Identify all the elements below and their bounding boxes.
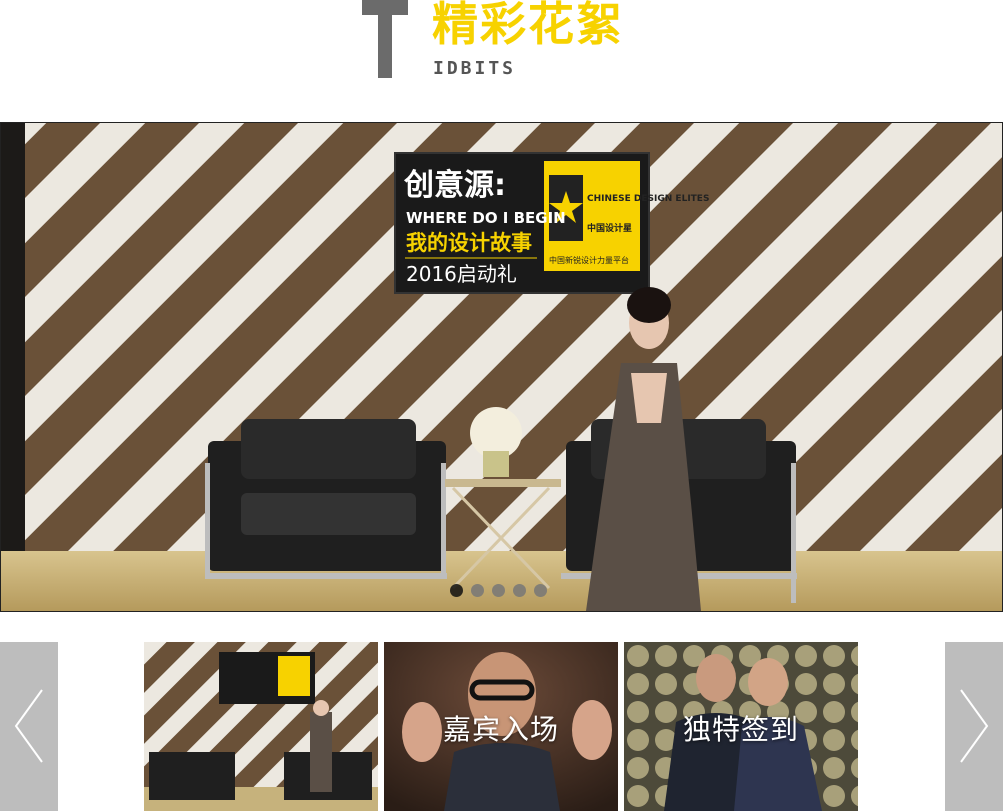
sign-event: 2016启动礼 xyxy=(406,262,517,286)
carousel-dot[interactable] xyxy=(450,584,463,597)
sign-brand-cn: 中国设计星 xyxy=(587,222,632,234)
hero-carousel[interactable]: 创意源: WHERE DO I BEGIN 我的设计故事 2016启动礼 CHI… xyxy=(0,122,1003,612)
thumbnail-guest-entrance[interactable]: 嘉宾入场 xyxy=(384,642,618,811)
carousel-dot[interactable] xyxy=(534,584,547,597)
carousel-dot[interactable] xyxy=(471,584,484,597)
thumbnail-item[interactable] xyxy=(144,642,378,811)
thumbnail-image xyxy=(144,642,378,811)
section-title: 精彩花絮 xyxy=(432,0,624,51)
section-subtitle: IDBITS xyxy=(433,58,517,79)
thumbnail-checkin[interactable]: 独特签到 xyxy=(624,642,858,811)
thumbnail-label: 独特签到 xyxy=(682,713,799,746)
sign-title: 创意源: xyxy=(403,168,506,203)
prev-button[interactable] xyxy=(0,642,58,811)
carousel-indicators xyxy=(450,584,547,597)
sign-platform: 中国新锐设计力量平台 xyxy=(549,255,629,265)
carousel-dot[interactable] xyxy=(513,584,526,597)
sign-brand-en: CHINESE DESIGN ELITES xyxy=(587,194,709,204)
sign-subtitle: WHERE DO I BEGIN xyxy=(406,209,566,227)
hero-image: 创意源: WHERE DO I BEGIN 我的设计故事 2016启动礼 CHI… xyxy=(1,123,1002,611)
sign-tagline: 我的设计故事 xyxy=(406,231,532,255)
next-button[interactable] xyxy=(945,642,1003,811)
thumbnail-label: 嘉宾入场 xyxy=(442,713,559,746)
carousel-dot[interactable] xyxy=(492,584,505,597)
header-t-logo xyxy=(362,0,408,78)
chevron-right-icon xyxy=(960,689,989,763)
chevron-left-icon xyxy=(14,689,43,763)
